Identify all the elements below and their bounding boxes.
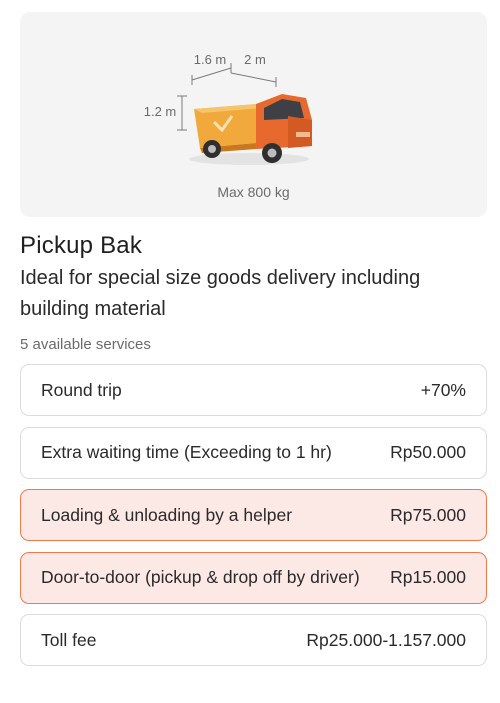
service-extra-waiting-time[interactable]: Extra waiting time (Exceeding to 1 hr) R… xyxy=(20,426,487,479)
service-door-to-door[interactable]: Door-to-door (pickup & drop off by drive… xyxy=(20,551,487,604)
width-dimension: 1.6 m xyxy=(191,52,232,85)
vehicle-description: Ideal for special size goods delivery in… xyxy=(20,267,421,320)
height-dimension: 1.2 m xyxy=(144,95,187,131)
service-price: +70% xyxy=(420,379,466,400)
service-label: Extra waiting time (Exceeding to 1 hr) xyxy=(41,442,332,462)
service-list: Round trip +70% Extra waiting time (Exce… xyxy=(20,364,487,677)
service-label: Loading & unloading by a helper xyxy=(41,504,293,525)
service-toll-fee[interactable]: Toll fee Rp25.000-1.157.000 xyxy=(20,614,487,666)
pickup-truck-icon xyxy=(189,94,312,165)
service-round-trip[interactable]: Round trip +70% xyxy=(20,364,487,416)
service-label: Toll fee xyxy=(41,629,97,650)
service-price: Rp50.000 xyxy=(390,442,466,462)
height-label: 1.2 m xyxy=(144,104,177,119)
vehicle-detail-page: 1.6 m 2 m 1.2 m Max 800 kg Pickup Bak Id… xyxy=(0,0,500,703)
service-label: Door-to-door (pickup & drop off by drive… xyxy=(41,567,360,587)
service-price: Rp25.000-1.157.000 xyxy=(306,629,466,650)
length-dimension: 2 m xyxy=(230,52,277,87)
service-price: Rp75.000 xyxy=(390,504,466,525)
service-label: Round trip xyxy=(41,379,122,400)
vehicle-title: Pickup Bak xyxy=(20,232,143,259)
length-label: 2 m xyxy=(244,52,266,67)
service-price: Rp15.000 xyxy=(390,567,466,587)
services-count-label: 5 available services xyxy=(20,336,151,353)
width-label: 1.6 m xyxy=(194,52,227,67)
service-loading-unloading[interactable]: Loading & unloading by a helper Rp75.000 xyxy=(20,489,487,541)
vehicle-image-card: 1.6 m 2 m 1.2 m Max 800 kg xyxy=(20,12,487,217)
max-load-label: Max 800 kg xyxy=(217,184,290,200)
